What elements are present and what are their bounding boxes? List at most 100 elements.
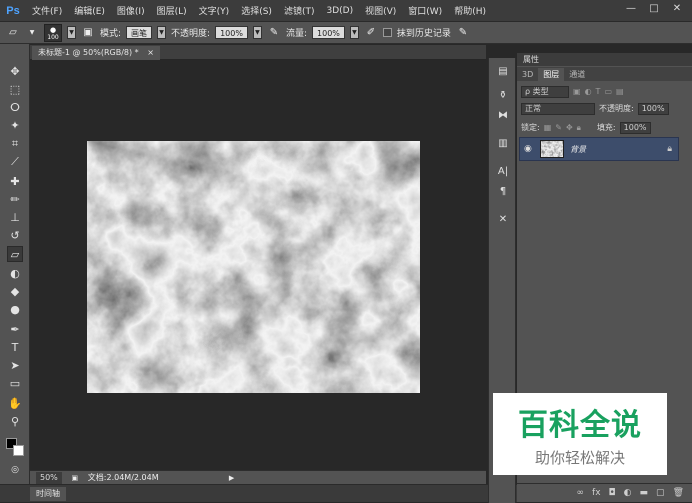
menu-window[interactable]: 窗口(W): [402, 4, 448, 17]
history-panel-icon[interactable]: ▤: [495, 64, 511, 80]
adjustment-layer-icon[interactable]: ◐: [624, 488, 632, 498]
quick-mask-icon[interactable]: ◎: [7, 462, 23, 478]
erase-to-history-checkbox[interactable]: [382, 28, 392, 37]
delete-layer-icon[interactable]: 🗑︎: [673, 488, 684, 498]
tab-layers[interactable]: 图层: [538, 68, 565, 81]
status-bar: 50% ▣ 文档:2.04M/2.04M ▶: [30, 470, 486, 484]
layer-row[interactable]: ◉ 背景 🔒︎: [519, 137, 679, 161]
lock-pixels-icon[interactable]: ▦: [544, 123, 552, 132]
eyedropper-icon[interactable]: ⟋: [7, 154, 23, 170]
type-icon[interactable]: T: [7, 340, 23, 356]
stamp-icon[interactable]: ⊥: [7, 210, 23, 226]
layer-filter-kind[interactable]: ρ 类型: [521, 85, 569, 98]
brush-size-picker[interactable]: ● 100: [44, 23, 62, 42]
flow-label: 流量:: [285, 29, 308, 39]
layer-thumbnail: [540, 140, 564, 158]
menu-view[interactable]: 视图(V): [359, 4, 402, 17]
shape-icon[interactable]: ▭: [7, 376, 23, 392]
background-color[interactable]: [13, 445, 24, 456]
eraser-preset-icon[interactable]: ▱: [6, 26, 20, 40]
tool-presets-icon[interactable]: ⚱: [495, 88, 511, 104]
hand-icon[interactable]: ✋: [7, 396, 23, 412]
menu-3d[interactable]: 3D(D): [320, 6, 359, 16]
opacity-dropdown[interactable]: ▼: [252, 26, 262, 39]
zoom-icon[interactable]: ⚲: [7, 414, 23, 430]
status-menu-arrow-icon[interactable]: ▶: [225, 471, 239, 485]
filter-pixel-icon[interactable]: ▣: [573, 87, 581, 96]
menu-edit[interactable]: 编辑(E): [68, 4, 111, 17]
tools-settings-icon[interactable]: ✕: [495, 212, 511, 228]
lock-paint-icon[interactable]: ✎: [555, 123, 562, 132]
mode-select[interactable]: 画笔: [126, 26, 153, 39]
lasso-icon[interactable]: ⵔ: [7, 100, 23, 116]
marquee-icon[interactable]: ⬚: [7, 82, 23, 98]
brush-icon[interactable]: ✏: [7, 192, 23, 208]
move-icon[interactable]: ✥: [7, 64, 23, 80]
dodge-icon[interactable]: ●: [7, 302, 23, 318]
menu-file[interactable]: 文件(F): [26, 4, 68, 17]
menu-filter[interactable]: 滤镜(T): [278, 4, 321, 17]
lock-all-icon[interactable]: 🔒︎: [577, 123, 581, 133]
close-button[interactable]: ✕: [668, 2, 686, 16]
menu-help[interactable]: 帮助(H): [448, 4, 492, 17]
flow-input[interactable]: 100%: [312, 26, 345, 39]
document-tab[interactable]: 未标题-1 @ 50%(RGB/8) * ×: [32, 46, 160, 60]
menu-image[interactable]: 图像(I): [111, 4, 151, 17]
brush-panel-icon[interactable]: ▣: [81, 26, 95, 40]
pressure-opacity-icon[interactable]: ✎: [267, 26, 281, 40]
layer-name[interactable]: 背景: [570, 144, 586, 155]
pressure-size-icon[interactable]: ✎: [456, 26, 470, 40]
minimize-button[interactable]: —: [622, 2, 640, 16]
timeline-tab[interactable]: 时间轴: [30, 487, 66, 501]
add-mask-icon[interactable]: ◘: [609, 488, 616, 498]
opacity-input[interactable]: 100%: [215, 26, 248, 39]
gradient-icon[interactable]: ◐: [7, 266, 23, 282]
layer-lock-icon: 🔒︎: [667, 144, 672, 154]
airbrush-icon[interactable]: ✐: [364, 26, 378, 40]
link-layers-icon[interactable]: ∞: [577, 488, 585, 498]
chevron-down-icon[interactable]: ▼: [25, 26, 39, 40]
fill-input[interactable]: 100%: [619, 121, 651, 134]
tab-close-icon[interactable]: ×: [147, 48, 154, 57]
brush-dropdown[interactable]: ▼: [67, 26, 76, 39]
mode-label: 模式:: [100, 29, 122, 39]
flow-dropdown[interactable]: ▼: [349, 26, 359, 39]
canvas-area[interactable]: [30, 60, 486, 470]
crop-icon[interactable]: ⌗: [7, 136, 23, 152]
pen-icon[interactable]: ✒: [7, 322, 23, 338]
filter-adjust-icon[interactable]: ◐: [585, 87, 592, 96]
brush-size-value: 100: [47, 33, 59, 41]
tab-3d[interactable]: 3D: [517, 68, 538, 81]
lock-position-icon[interactable]: ✥: [566, 123, 573, 132]
tab-channels[interactable]: 通道: [564, 68, 590, 81]
path-select-icon[interactable]: ➤: [7, 358, 23, 374]
quick-select-icon[interactable]: ✦: [7, 118, 23, 134]
menu-select[interactable]: 选择(S): [235, 4, 278, 17]
filter-smart-icon[interactable]: ▤: [616, 87, 624, 96]
document-canvas[interactable]: [87, 141, 420, 393]
history-brush-icon[interactable]: ↺: [7, 228, 23, 244]
filter-type-icon[interactable]: T: [596, 87, 601, 96]
layer-style-icon[interactable]: fx: [592, 488, 601, 498]
layer-opacity-input[interactable]: 100%: [637, 102, 669, 115]
filter-shape-icon[interactable]: ▭: [604, 87, 612, 96]
blend-mode-select[interactable]: 正常: [521, 102, 595, 115]
zoom-level[interactable]: 50%: [36, 471, 62, 484]
new-layer-icon[interactable]: ▢: [656, 488, 665, 498]
mode-dropdown[interactable]: ▼: [157, 26, 167, 39]
character-panel-icon[interactable]: A|: [495, 164, 511, 180]
paragraph-panel-icon[interactable]: ¶: [495, 184, 511, 200]
status-info-icon[interactable]: ▣: [68, 471, 82, 485]
menu-layer[interactable]: 图层(L): [151, 4, 193, 17]
restore-button[interactable]: □: [645, 2, 663, 16]
visibility-eye-icon[interactable]: ◉: [524, 144, 534, 154]
eraser-icon[interactable]: ▱: [7, 246, 23, 262]
lock-label: 锁定:: [521, 123, 540, 132]
adjustments-icon[interactable]: ⧓: [495, 108, 511, 124]
properties-header[interactable]: 属性: [517, 53, 692, 66]
menu-type[interactable]: 文字(Y): [193, 4, 236, 17]
layer-comps-icon[interactable]: ▥: [495, 136, 511, 152]
healing-icon[interactable]: ✚: [7, 174, 23, 190]
new-group-icon[interactable]: ▬: [640, 488, 649, 498]
blur-icon[interactable]: ◆: [7, 284, 23, 300]
